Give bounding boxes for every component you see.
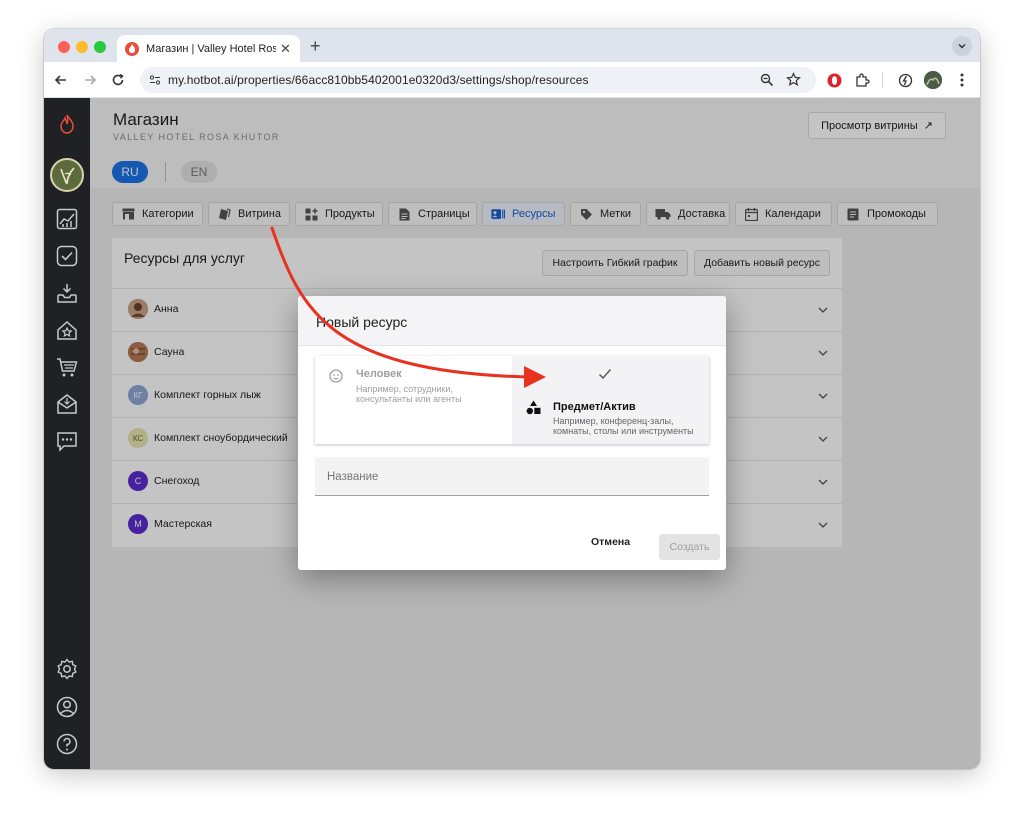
extensions-puzzle-icon[interactable] xyxy=(853,71,871,89)
toolbar-divider xyxy=(882,72,883,88)
site-settings-icon[interactable] xyxy=(149,74,161,86)
settings-gear-icon[interactable] xyxy=(55,657,79,681)
hotbot-logo-icon[interactable] xyxy=(55,112,79,136)
cancel-button[interactable]: Отмена xyxy=(591,536,630,548)
address-bar[interactable]: my.hotbot.ai/properties/66acc810bb540200… xyxy=(140,67,816,93)
chat-bubble-icon[interactable] xyxy=(55,429,79,453)
option-person-desc-2: консультанты или агенты xyxy=(356,394,462,404)
flame-icon xyxy=(125,41,139,56)
close-window-button[interactable] xyxy=(58,41,70,53)
mail-open-icon[interactable] xyxy=(55,392,79,416)
browser-tab[interactable]: Магазин | Valley Hotel Rosa K ✕ xyxy=(117,35,300,62)
new-resource-dialog: Новый ресурс Человек Например, сотрудник… xyxy=(298,296,726,570)
minimize-window-button[interactable] xyxy=(76,41,88,53)
user-account-icon[interactable] xyxy=(55,695,79,719)
reviews-star-icon[interactable] xyxy=(55,318,79,342)
bookmark-star-icon[interactable] xyxy=(786,72,801,87)
name-input[interactable] xyxy=(327,469,687,485)
tasks-check-icon[interactable] xyxy=(55,244,79,268)
close-tab-icon[interactable]: ✕ xyxy=(280,41,291,57)
sidebar xyxy=(44,98,90,769)
resource-type-selector: Человек Например, сотрудники, консультан… xyxy=(315,356,709,444)
property-logo[interactable] xyxy=(50,158,84,192)
option-asset-desc-1: Например, конференц-залы, xyxy=(553,416,674,426)
option-person-label: Человек xyxy=(356,368,402,380)
main-content: Магазин VALLEY HOTEL ROSA KHUTOR Просмот… xyxy=(90,98,980,769)
analytics-icon[interactable] xyxy=(55,207,79,231)
checkmark-icon xyxy=(599,369,612,380)
option-asset-desc-2: комнаты, столы или инструменты xyxy=(553,426,694,436)
option-person[interactable]: Человек Например, сотрудники, консультан… xyxy=(315,356,512,444)
dialog-title: Новый ресурс xyxy=(316,314,408,330)
tab-search-button[interactable] xyxy=(952,36,972,56)
inbox-download-icon[interactable] xyxy=(55,281,79,305)
back-button[interactable] xyxy=(52,71,70,89)
shapes-icon xyxy=(526,400,541,415)
profile-avatar[interactable] xyxy=(924,71,942,89)
new-tab-button[interactable]: + xyxy=(310,36,321,57)
dialog-header: Новый ресурс xyxy=(298,296,726,346)
option-asset[interactable]: Предмет/Актив Например, конференц-залы, … xyxy=(512,356,709,444)
create-button[interactable]: Создать xyxy=(659,534,720,560)
chevron-down-icon xyxy=(958,43,966,49)
forward-button[interactable] xyxy=(81,71,99,89)
name-field[interactable] xyxy=(315,457,709,496)
zoom-icon[interactable] xyxy=(760,73,774,87)
option-asset-label: Предмет/Актив xyxy=(553,401,636,413)
opera-extension-icon[interactable] xyxy=(825,71,843,89)
url-text[interactable]: my.hotbot.ai/properties/66acc810bb540200… xyxy=(168,73,589,87)
browser-menu-icon[interactable] xyxy=(953,71,971,89)
reload-icon xyxy=(112,73,124,86)
arrow-right-icon xyxy=(85,75,97,85)
help-question-icon[interactable] xyxy=(55,732,79,756)
option-person-desc-1: Например, сотрудники, xyxy=(356,384,453,394)
reload-button[interactable] xyxy=(109,71,127,89)
maximize-window-button[interactable] xyxy=(94,41,106,53)
browser-tab-bar: Магазин | Valley Hotel Rosa K ✕ + xyxy=(44,29,980,62)
tab-title: Магазин | Valley Hotel Rosa K xyxy=(146,42,276,55)
app-root: Магазин VALLEY HOTEL ROSA KHUTOR Просмот… xyxy=(44,98,980,769)
browser-toolbar: my.hotbot.ai/properties/66acc810bb540200… xyxy=(44,62,980,98)
performance-icon[interactable] xyxy=(896,71,914,89)
shop-cart-icon[interactable] xyxy=(55,355,79,379)
arrow-left-icon xyxy=(54,75,66,85)
face-icon xyxy=(329,369,343,383)
browser-window: Магазин | Valley Hotel Rosa K ✕ + my.hot… xyxy=(44,29,980,769)
